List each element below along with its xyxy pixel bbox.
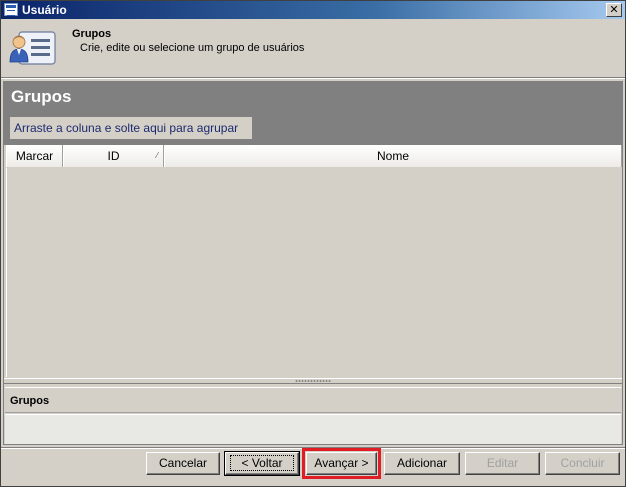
column-header-label: ID <box>107 149 120 163</box>
header-subtitle: Crie, edite ou selecione um grupo de usu… <box>80 42 305 54</box>
detail-area <box>5 414 621 444</box>
close-button[interactable]: ✕ <box>606 3 622 17</box>
window-icon <box>4 3 18 16</box>
title-bar[interactable]: Usuário ✕ <box>1 1 625 19</box>
user-list-icon <box>9 31 56 65</box>
finish-button[interactable]: Concluir <box>545 452 620 475</box>
back-button-label: < Voltar <box>230 455 294 471</box>
grip-icon <box>295 380 331 382</box>
group-by-drop-area[interactable]: Arraste a coluna e solte aqui para agrup… <box>10 117 252 139</box>
header-title: Grupos <box>72 28 112 40</box>
grid-title: Grupos <box>11 87 72 106</box>
next-button[interactable]: Avançar > <box>302 448 381 479</box>
add-button[interactable]: Adicionar <box>384 452 460 475</box>
edit-button[interactable]: Editar <box>465 452 540 475</box>
groups-grid-panel: Grupos Arraste a coluna e solte aqui par… <box>3 81 623 445</box>
grid-caption: Grupos Arraste a coluna e solte aqui par… <box>4 82 622 145</box>
column-header-marcar[interactable]: Marcar <box>6 145 63 167</box>
footer-divider <box>1 447 625 449</box>
sort-indicator-icon: ⁄ <box>156 151 158 160</box>
detail-title: Grupos <box>10 395 50 407</box>
column-header-label: Marcar <box>15 149 54 163</box>
wizard-header: Grupos Crie, edite ou selecione um grupo… <box>1 19 625 77</box>
grid-rows-area[interactable] <box>6 168 622 377</box>
window-title: Usuário <box>22 3 67 17</box>
column-header-label: Nome <box>376 149 409 163</box>
column-header-id[interactable]: ID ⁄ <box>63 145 164 167</box>
splitter-handle[interactable] <box>4 378 622 384</box>
header-divider <box>1 77 625 79</box>
detail-caption: Grupos <box>5 387 621 413</box>
grid-column-header: Marcar ID ⁄ Nome <box>6 145 622 167</box>
user-dialog: Usuário ✕ Grupos Crie, edite ou selecion… <box>0 0 626 487</box>
cancel-button[interactable]: Cancelar <box>146 452 220 475</box>
back-button[interactable]: < Voltar <box>224 451 300 476</box>
column-header-nome[interactable]: Nome <box>164 145 622 167</box>
